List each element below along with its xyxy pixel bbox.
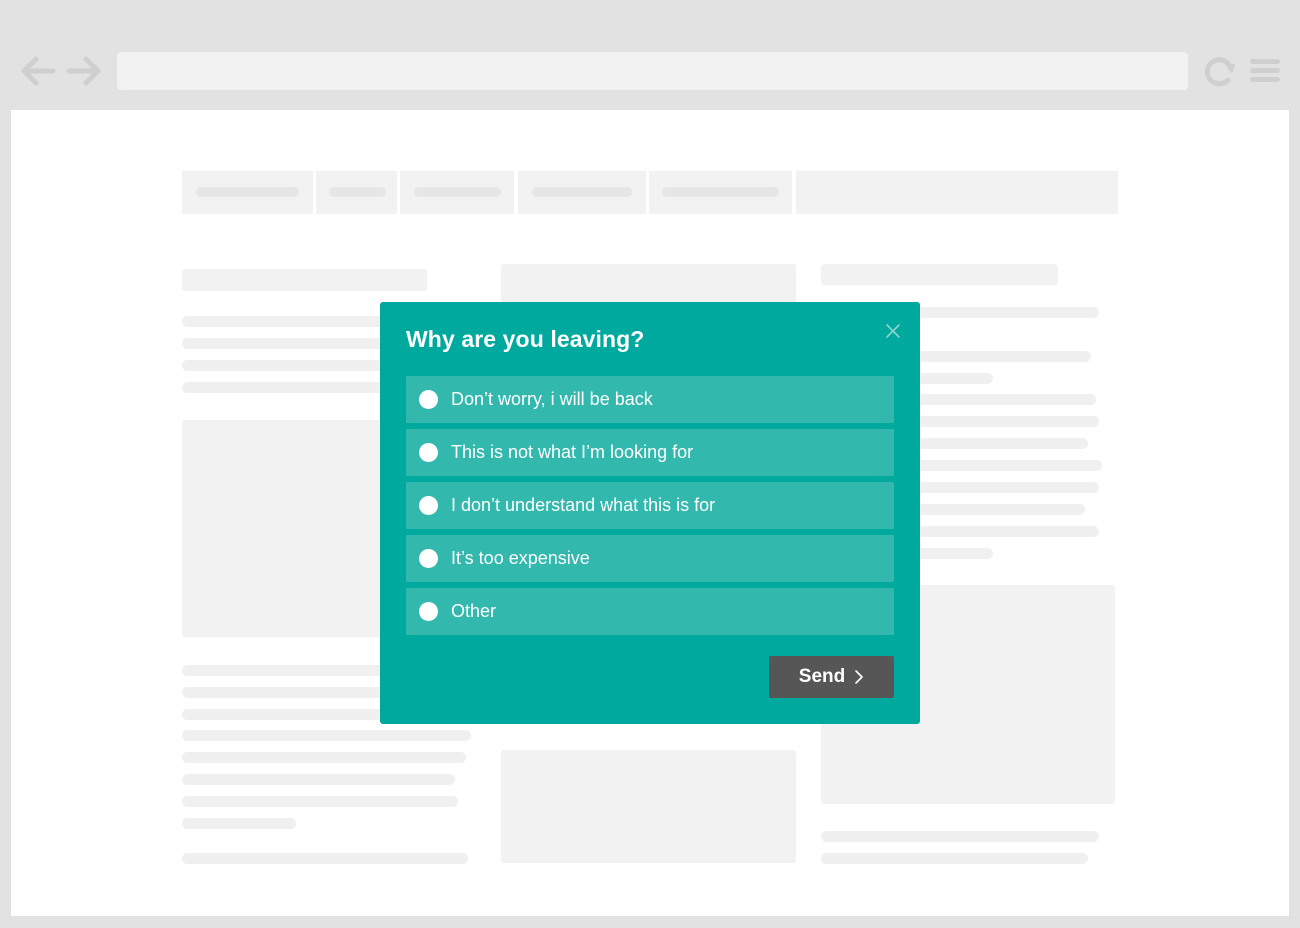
heading-placeholder	[821, 264, 1058, 285]
text-line-placeholder	[916, 504, 1085, 515]
text-line-placeholder	[916, 526, 1099, 537]
radio-button[interactable]	[419, 496, 438, 515]
option-label: It’s too expensive	[451, 548, 590, 568]
text-line-placeholder	[916, 307, 1099, 318]
radio-button[interactable]	[419, 549, 438, 568]
hamburger-menu-icon	[1250, 59, 1280, 82]
radio-button[interactable]	[419, 390, 438, 409]
text-line-placeholder	[916, 460, 1102, 471]
survey-option[interactable]: It’s too expensive	[406, 535, 894, 582]
text-line-placeholder	[916, 373, 993, 384]
option-label: I don’t understand what this is for	[451, 495, 716, 515]
browser-chrome	[0, 0, 1300, 110]
nav-tab-text-placeholder	[662, 187, 779, 197]
reload-icon	[1204, 57, 1235, 87]
nav-tab-text-placeholder	[414, 187, 501, 197]
text-line-placeholder	[916, 394, 1096, 405]
nav-tab-text-placeholder	[196, 187, 299, 197]
heading-placeholder	[182, 269, 427, 291]
exit-survey-modal: Why are you leaving? Don’t worry, i will…	[380, 302, 920, 724]
survey-option[interactable]: I don’t understand what this is for	[406, 482, 894, 529]
close-icon	[886, 324, 900, 338]
nav-tab-placeholder	[796, 171, 1118, 214]
text-line-placeholder	[182, 709, 397, 720]
survey-option[interactable]: This is not what I’m looking for	[406, 429, 894, 476]
option-label: Other	[451, 601, 497, 621]
send-button[interactable]: Send	[769, 656, 894, 698]
image-placeholder	[182, 420, 397, 637]
text-line-placeholder	[182, 853, 468, 864]
nav-tab-text-placeholder	[329, 187, 386, 197]
text-line-placeholder	[916, 548, 993, 559]
text-line-placeholder	[182, 338, 402, 349]
send-button-label: Send	[798, 666, 846, 687]
text-line-placeholder	[182, 796, 458, 807]
chevron-right-icon	[855, 670, 864, 684]
survey-option[interactable]: Other	[406, 588, 894, 635]
forward-button[interactable]	[65, 52, 103, 90]
text-line-placeholder	[821, 853, 1088, 864]
text-line-placeholder	[916, 416, 1099, 427]
text-line-placeholder	[182, 665, 397, 676]
text-line-placeholder	[182, 752, 466, 763]
text-line-placeholder	[182, 316, 402, 327]
menu-button[interactable]	[1247, 52, 1285, 90]
text-line-placeholder	[182, 687, 397, 698]
text-line-placeholder	[916, 438, 1088, 449]
arrow-left-icon	[21, 56, 56, 86]
modal-title: Why are you leaving?	[406, 326, 645, 352]
nav-tab-text-placeholder	[532, 187, 632, 197]
text-line-placeholder	[182, 382, 402, 393]
text-line-placeholder	[916, 482, 1099, 493]
text-line-placeholder	[182, 818, 296, 829]
arrow-right-icon	[66, 56, 101, 86]
survey-options: Don’t worry, i will be back This is not …	[406, 376, 894, 635]
image-placeholder	[501, 750, 796, 863]
text-line-placeholder	[182, 730, 471, 741]
option-label: This is not what I’m looking for	[451, 442, 694, 462]
text-line-placeholder	[821, 831, 1099, 842]
radio-button[interactable]	[419, 443, 438, 462]
option-label: Don’t worry, i will be back	[451, 389, 653, 409]
back-button[interactable]	[19, 52, 57, 90]
text-line-placeholder	[916, 351, 1091, 362]
close-button[interactable]	[882, 320, 904, 342]
survey-option[interactable]: Don’t worry, i will be back	[406, 376, 894, 423]
address-bar[interactable]	[117, 52, 1188, 90]
text-line-placeholder	[182, 360, 402, 371]
text-line-placeholder	[182, 774, 455, 785]
radio-button[interactable]	[419, 602, 438, 621]
reload-button[interactable]	[1201, 52, 1239, 90]
